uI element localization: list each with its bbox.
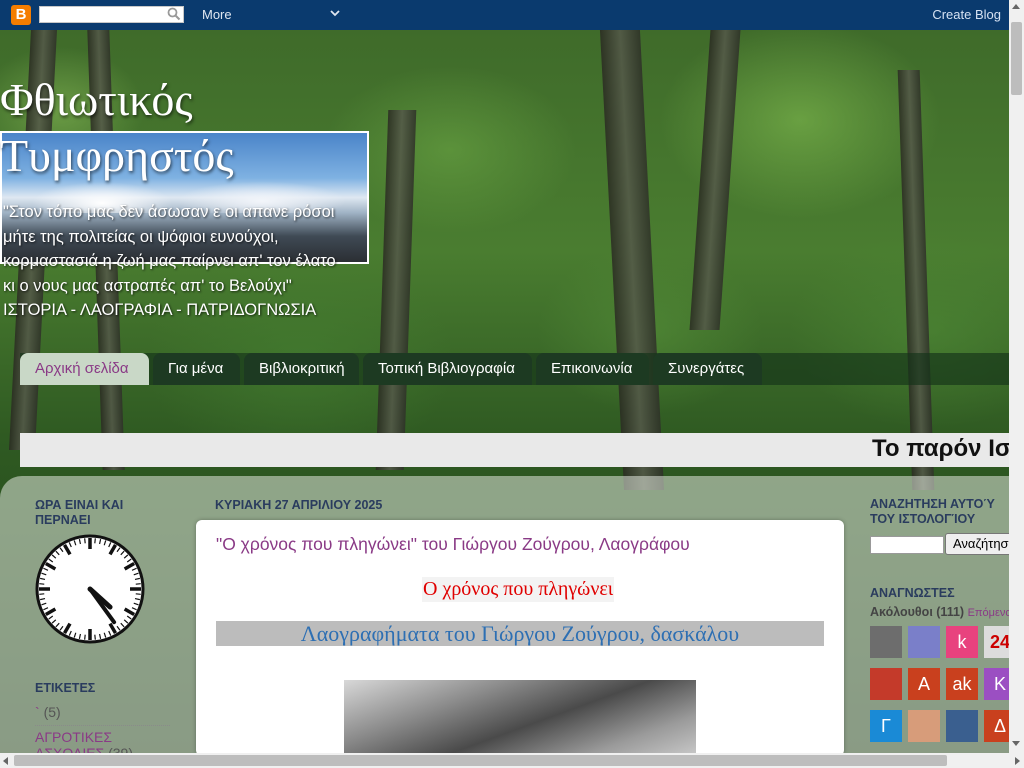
- blogger-navbar: B More Create Blog: [0, 0, 1024, 30]
- label-item[interactable]: ` (5): [35, 703, 170, 726]
- follower-avatar[interactable]: [908, 710, 940, 742]
- search-icon[interactable]: [167, 7, 181, 21]
- follower-avatar[interactable]: [946, 710, 978, 742]
- blog-description: "Στον τόπο μας δεν άσωσαν ε οι απανε ρόσ…: [3, 203, 336, 319]
- tab-local-bibliography[interactable]: Τοπική Βιβλιογραφία: [363, 353, 532, 385]
- post-card: "Ο χρόνος που πληγώνει" του Γιώργου Ζούγ…: [196, 520, 844, 756]
- blog-title[interactable]: Φθιωτικός Τυμφρηστός: [0, 72, 380, 184]
- follower-avatar[interactable]: ak: [946, 668, 978, 700]
- search-widget-title: ΑΝΑΖΗΤΗΣΗ ΑΥΤΟΎ ΤΟΥ ΙΣΤΟΛΟΓΊΟΥ: [870, 497, 995, 526]
- clock-tick: [39, 593, 45, 595]
- marquee-text: Το παρόν Ισ: [872, 435, 1009, 462]
- follower-avatar[interactable]: [870, 626, 902, 658]
- post-subtitle: Ο χρόνος που πληγώνει: [422, 577, 615, 602]
- scroll-right-arrow-icon[interactable]: [1015, 757, 1020, 765]
- horizontal-scrollbar-thumb[interactable]: [14, 755, 947, 766]
- follower-avatar[interactable]: A: [908, 668, 940, 700]
- post-band-text: Λαογραφήματα του Γιώργου Ζούγρου, δασκάλ…: [300, 621, 740, 646]
- create-blog-link[interactable]: Create Blog: [932, 7, 1001, 22]
- clock-tick: [84, 634, 86, 640]
- clock-tick: [135, 593, 141, 595]
- scrolling-marquee: Το παρόν Ισ: [20, 433, 1009, 467]
- followers-count: Ακόλουθοι (111) Επόμενο: [870, 605, 1012, 619]
- scroll-up-arrow-icon[interactable]: [1012, 4, 1020, 9]
- tab-home[interactable]: Αρχική σελίδα: [20, 353, 149, 385]
- clock-tick: [135, 583, 141, 585]
- follower-avatar[interactable]: [870, 668, 902, 700]
- labels-widget-title: ΕΤΙΚΕΤΕΣ: [35, 681, 96, 695]
- analog-clock: [35, 534, 145, 644]
- navbar-search-input[interactable]: [39, 6, 184, 23]
- clock-tick: [84, 538, 86, 544]
- post-band: Λαογραφήματα του Γιώργου Ζούγρου, δασκάλ…: [216, 621, 824, 646]
- followers-widget-title: ΑΝΑΓΝΩΣΤΕΣ: [870, 586, 955, 600]
- scroll-down-arrow-icon[interactable]: [1012, 741, 1020, 746]
- blogger-logo-icon[interactable]: B: [11, 5, 31, 25]
- clock-tick: [94, 634, 96, 640]
- follower-avatar[interactable]: Γ: [870, 710, 902, 742]
- follower-avatar[interactable]: [908, 626, 940, 658]
- clock-widget-title: ΩΡΑ ΕΙΝΑΙ ΚΑΙ ΠΕΡΝΑΕΙ: [35, 498, 124, 527]
- vertical-scrollbar[interactable]: [1009, 0, 1024, 768]
- more-menu[interactable]: More: [202, 7, 232, 22]
- tab-book-review[interactable]: Βιβλιοκριτική: [244, 353, 359, 385]
- tab-collaborators[interactable]: Συνεργάτες: [653, 353, 762, 385]
- post-date-header: ΚΥΡΙΑΚΗ 27 ΑΠΡΙΛΙΟΥ 2025: [215, 498, 383, 512]
- follower-avatar[interactable]: k: [946, 626, 978, 658]
- scroll-left-arrow-icon[interactable]: [3, 757, 8, 765]
- blog-search-input[interactable]: [870, 536, 944, 554]
- clock-tick: [39, 583, 45, 585]
- chevron-down-icon[interactable]: [329, 7, 341, 19]
- clock-tick: [94, 538, 96, 544]
- post-title-link[interactable]: "Ο χρόνος που πληγώνει" του Γιώργου Ζούγ…: [216, 534, 690, 555]
- followers-next-link[interactable]: Επόμενο: [968, 607, 1012, 619]
- tab-about-me[interactable]: Για μένα: [153, 353, 240, 385]
- tab-contact[interactable]: Επικοινωνία: [536, 353, 649, 385]
- vertical-scrollbar-thumb[interactable]: [1011, 22, 1022, 95]
- post-image[interactable]: [344, 680, 696, 756]
